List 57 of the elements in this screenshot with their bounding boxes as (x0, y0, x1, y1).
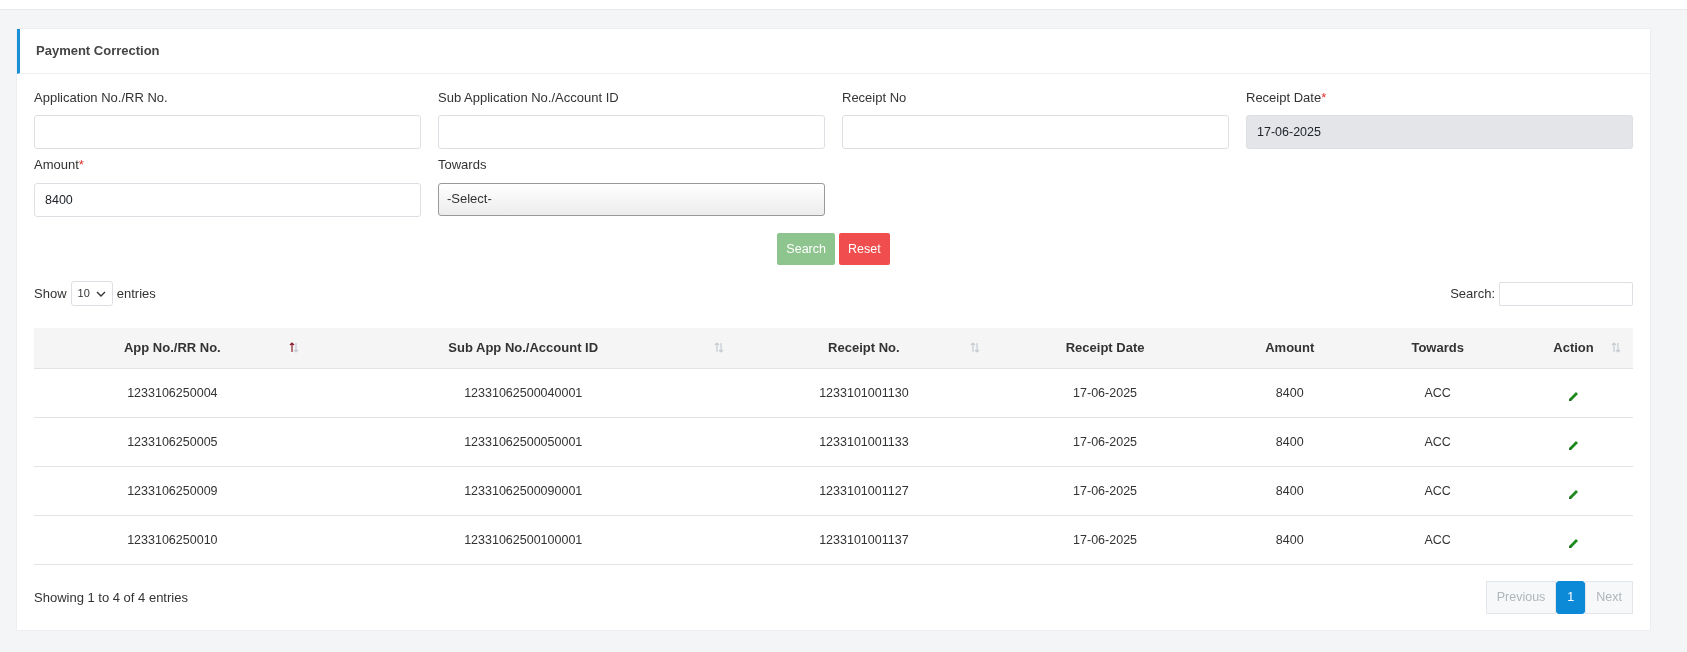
table-cell: 1233106250004 (34, 368, 311, 418)
column-header[interactable]: Sub App No./Account ID (310, 327, 736, 369)
chevron-down-icon (95, 290, 106, 297)
field-label: Sub Application No./Account ID (438, 88, 619, 107)
table-cell: 17-06-2025 (991, 368, 1219, 418)
table-cell: ACC (1361, 417, 1515, 467)
pencil-icon[interactable] (1568, 440, 1579, 452)
input-field[interactable]: 8400 (34, 182, 421, 217)
column-header: Amount (1218, 327, 1362, 369)
table-cell: 12331062500090001 (310, 466, 736, 516)
table-cell: 17-06-2025 (991, 417, 1219, 467)
input-field[interactable] (842, 115, 1229, 149)
table-cell: 1233101001137 (735, 515, 992, 565)
table-cell: 12331062500040001 (310, 368, 736, 418)
column-header: Towards (1361, 327, 1515, 369)
pencil-icon[interactable] (1568, 489, 1579, 501)
table-cell: 8400 (1218, 368, 1362, 418)
table-cell: 17-06-2025 (991, 515, 1219, 565)
column-header[interactable]: Action (1514, 327, 1633, 369)
table-cell: ACC (1361, 368, 1515, 418)
input-field[interactable]: 17-06-2025 (1246, 115, 1633, 149)
page-size-select[interactable]: 10 (70, 281, 113, 306)
field-label: Receipt Date* (1246, 88, 1327, 107)
show-label: Show (34, 284, 67, 303)
table-cell: ACC (1361, 515, 1515, 565)
table-cell: 12331062500050001 (310, 417, 736, 467)
card-title: Payment Correction (36, 43, 160, 58)
field-label: Receipt No (842, 88, 907, 107)
search-label: Search: (1450, 284, 1495, 303)
table-cell: 1233101001127 (735, 466, 992, 516)
table-cell: 17-06-2025 (991, 466, 1219, 516)
reset-button[interactable]: Reset (838, 232, 890, 266)
column-header[interactable]: Receipt No. (735, 327, 992, 369)
table-cell: 8400 (1218, 417, 1362, 467)
entries-info: Showing 1 to 4 of 4 entries (34, 588, 188, 607)
field-label: Application No./RR No. (34, 88, 168, 107)
table-cell: 1233101001133 (735, 417, 992, 467)
field-label: Towards (438, 156, 487, 174)
page-button[interactable]: 1 (1556, 581, 1586, 614)
column-header[interactable]: App No./RR No. (34, 327, 311, 369)
table-cell: 1233106250005 (34, 417, 311, 467)
pencil-icon[interactable] (1568, 391, 1579, 403)
table-cell: 8400 (1218, 466, 1362, 516)
input-field[interactable] (438, 115, 825, 149)
table-cell: 1233106250009 (34, 466, 311, 516)
search-field[interactable] (1499, 281, 1633, 306)
table-cell: 12331062500100001 (310, 515, 736, 565)
table-cell: 8400 (1218, 515, 1362, 565)
column-header: Receipt Date (991, 327, 1219, 369)
table-cell: 1233101001130 (735, 368, 992, 418)
input-field[interactable] (34, 115, 421, 149)
entries-label: entries (116, 284, 156, 303)
table-cell: ACC (1361, 466, 1515, 516)
select-field[interactable]: -Select- (438, 182, 825, 216)
field-label: Amount* (34, 156, 84, 174)
table-cell: 1233106250010 (34, 515, 311, 565)
pencil-icon[interactable] (1568, 538, 1579, 550)
